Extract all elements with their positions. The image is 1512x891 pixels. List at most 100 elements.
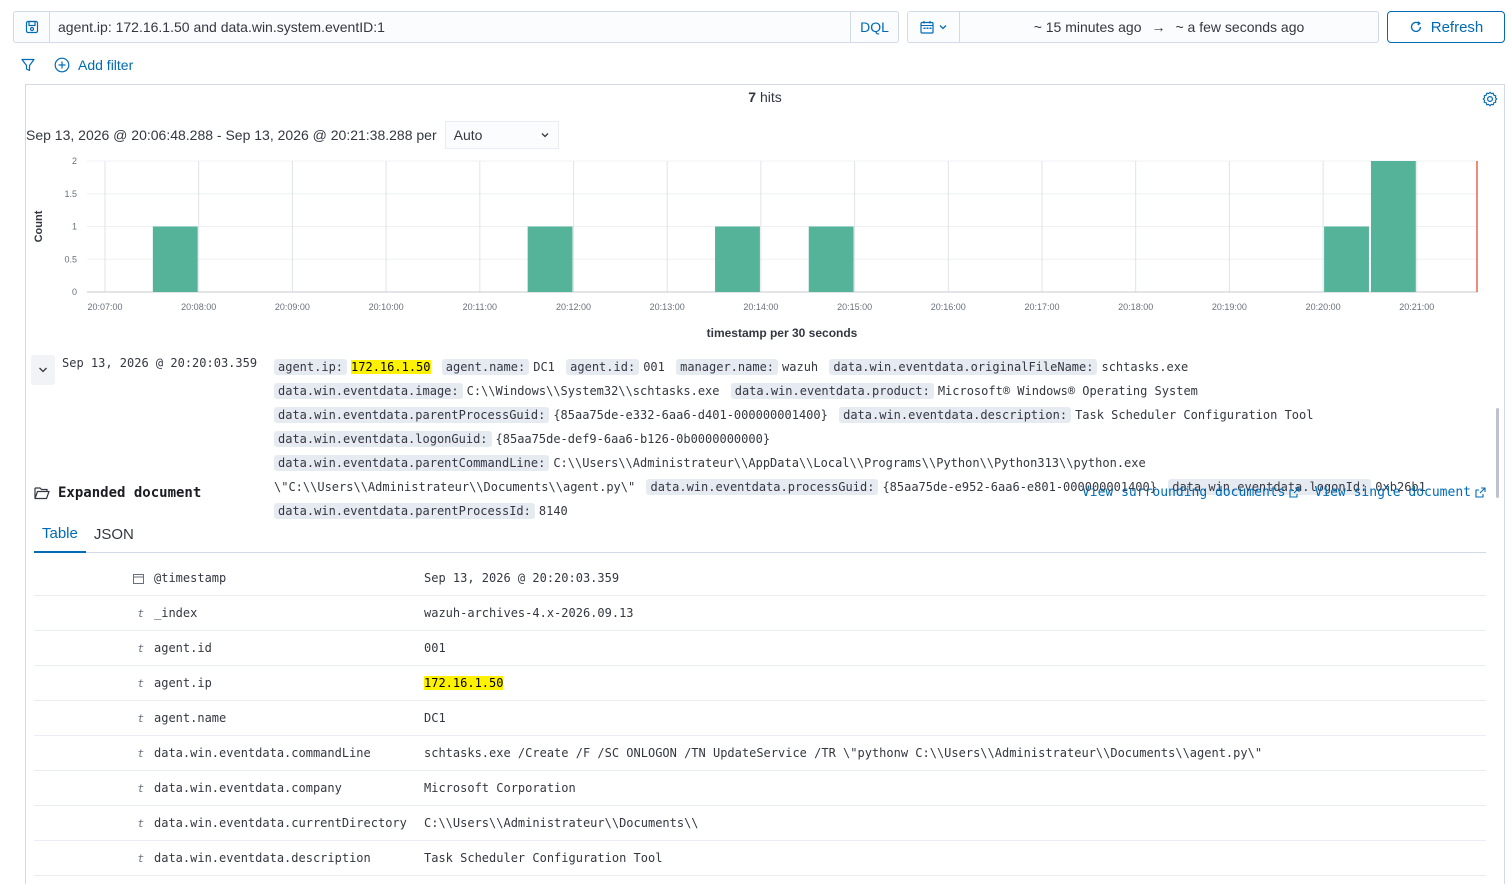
source-field-value: 172.16.1.50 [351, 360, 431, 374]
x-tick-label: 20:14:00 [743, 302, 778, 312]
x-tick-label: 20:12:00 [556, 302, 591, 312]
y-axis-label: Count [33, 210, 45, 242]
source-field-key: agent.name: [441, 359, 530, 375]
string-field-icon: t [137, 606, 144, 620]
y-tick-label: 0 [72, 287, 77, 297]
field-name: agent.id [154, 641, 212, 655]
source-field-key: agent.ip: [274, 359, 348, 375]
discover-panel: 7 hits Sep 13, 2026 @ 20:06:48.288 - Sep… [25, 84, 1505, 884]
refresh-button[interactable]: Refresh [1387, 11, 1505, 43]
field-value: 001 [424, 641, 1486, 655]
add-filter-label: Add filter [78, 57, 134, 73]
histogram-bar[interactable] [1324, 226, 1369, 293]
x-tick-label: 20:08:00 [181, 302, 216, 312]
table-row[interactable]: t agent.ip 172.16.1.50 [34, 666, 1486, 701]
interval-row: Sep 13, 2026 @ 20:06:48.288 - Sep 13, 20… [26, 121, 559, 149]
plus-circle-icon [54, 57, 70, 73]
add-filter-button[interactable]: Add filter [54, 57, 133, 73]
histogram-bar[interactable] [715, 226, 760, 293]
source-field-key: data.win.eventdata.originalFileName: [829, 359, 1098, 375]
table-row[interactable]: t data.win.eventdata.description Task Sche… [34, 841, 1486, 876]
field-value: C:\\Users\\Administrateur\\Documents\\ [424, 816, 1486, 830]
histogram-bar[interactable] [152, 226, 198, 293]
arrow-right-icon: → [1151, 19, 1166, 35]
source-field-key: data.win.eventdata.logonGuid: [274, 431, 492, 447]
tab-json[interactable]: JSON [86, 515, 142, 553]
field-name: data.win.eventdata.commandLine [154, 746, 371, 760]
source-field-value: 001 [643, 360, 665, 374]
source-field-key: data.win.eventdata.product: [730, 383, 934, 399]
field-value-text: C:\\Users\\Administrateur\\Documents\\ [424, 816, 699, 830]
table-row[interactable]: t data.win.eventdata.company Microsoft Cor… [34, 771, 1486, 806]
field-value-text: 001 [424, 641, 446, 655]
table-row[interactable]: @timestamp Sep 13, 2026 @ 20:20:03.359 [34, 561, 1486, 596]
chart-options-button[interactable] [1482, 91, 1498, 112]
view-surrounding-documents-link[interactable]: View surrounding documents [1082, 485, 1301, 500]
interval-range-text: Sep 13, 2026 @ 20:06:48.288 - Sep 13, 20… [26, 127, 437, 143]
source-field-value: DC1 [533, 360, 555, 374]
external-link-icon [1289, 487, 1301, 498]
document-timestamp: Sep 13, 2026 @ 20:20:03.359 [62, 356, 258, 370]
x-tick-label: 20:09:00 [275, 302, 310, 312]
histogram-bar[interactable] [1370, 161, 1416, 292]
table-row[interactable]: t agent.id 001 [34, 631, 1486, 666]
field-value: Microsoft Corporation [424, 781, 1486, 795]
start-date-button[interactable]: ~ 15 minutes ago [1034, 19, 1142, 35]
field-value: Task Scheduler Configuration Tool [424, 851, 1486, 865]
field-value-text: Sep 13, 2026 @ 20:20:03.359 [424, 571, 620, 585]
refresh-icon [1410, 21, 1421, 33]
collapse-toggle-button[interactable] [31, 355, 55, 385]
histogram-bar[interactable] [527, 226, 573, 293]
x-tick-label: 20:15:00 [837, 302, 872, 312]
y-tick-label: 2 [72, 156, 77, 166]
field-value-text: schtasks.exe /Create /F /SC ONLOGON /TN … [424, 746, 1263, 760]
view-surrounding-label: View surrounding documents [1081, 485, 1286, 500]
x-tick-label: 20:17:00 [1024, 302, 1059, 312]
scrollbar[interactable] [1494, 350, 1500, 890]
hits-number: 7 [748, 89, 757, 105]
histogram-chart[interactable]: 0 0.5 1 1.5 2 20:07:00 20:08:00 20:09:00 20:10:0… [26, 151, 1504, 351]
expanded-document-header: Expanded document View surrounding docum… [34, 485, 1486, 501]
string-field-icon: t [137, 746, 144, 760]
chevron-down-icon [541, 133, 549, 138]
source-field-key: agent.id: [566, 359, 640, 375]
source-field-key: data.win.eventdata.image: [274, 383, 463, 399]
quick-select-button[interactable] [908, 12, 960, 42]
x-tick-label: 20:21:00 [1399, 302, 1434, 312]
query-input[interactable]: agent.ip: 172.16.1.50 and data.win.syste… [50, 19, 850, 35]
gear-icon [1482, 91, 1498, 107]
table-row[interactable]: t agent.name DC1 [34, 701, 1486, 736]
chevron-down-icon [939, 25, 946, 30]
source-field-value: wazuh [782, 360, 819, 374]
field-name: data.win.eventdata.description [154, 851, 371, 865]
saved-query-button[interactable] [14, 12, 50, 42]
scrollbar-thumb[interactable] [1496, 408, 1499, 498]
time-range: ~ 15 minutes ago → ~ a few seconds ago [960, 19, 1378, 35]
interval-select[interactable]: Auto [444, 121, 559, 149]
date-field-icon [34, 572, 154, 585]
refresh-label: Refresh [1430, 18, 1484, 36]
y-tick-label: 0.5 [64, 254, 77, 264]
filter-icon[interactable] [20, 57, 36, 73]
table-row[interactable]: t _index wazuh-archives-4.x-2026.09.13 [34, 596, 1486, 631]
query-language-button[interactable]: DQL [850, 12, 898, 42]
histogram-bar[interactable] [808, 226, 854, 293]
save-icon [25, 20, 38, 34]
source-field-key: data.win.eventdata.parentCommandLine: [274, 455, 550, 471]
source-field-key: data.win.eventdata.description: [839, 407, 1072, 423]
filter-bar: Add filter [20, 52, 133, 78]
end-date-button[interactable]: ~ a few seconds ago [1175, 19, 1304, 35]
field-value: schtasks.exe /Create /F /SC ONLOGON /TN … [424, 746, 1486, 760]
source-field-key: manager.name: [676, 359, 779, 375]
source-field-value: Task Scheduler Configuration Tool [1075, 408, 1314, 422]
external-link-icon [1475, 487, 1486, 498]
table-row[interactable]: t data.win.eventdata.currentDirectory C:\\… [34, 806, 1486, 841]
date-picker: ~ 15 minutes ago → ~ a few seconds ago [907, 11, 1379, 43]
field-name: data.win.eventdata.company [154, 781, 342, 795]
table-row[interactable]: t data.win.eventdata.commandLine schtasks.… [34, 736, 1486, 771]
interval-selected: Auto [453, 127, 483, 143]
field-value-text: wazuh-archives-4.x-2026.09.13 [424, 606, 634, 620]
tab-table[interactable]: Table [34, 515, 86, 553]
y-tick-label: 1 [72, 222, 77, 232]
view-single-document-link[interactable]: View single document [1314, 485, 1486, 500]
